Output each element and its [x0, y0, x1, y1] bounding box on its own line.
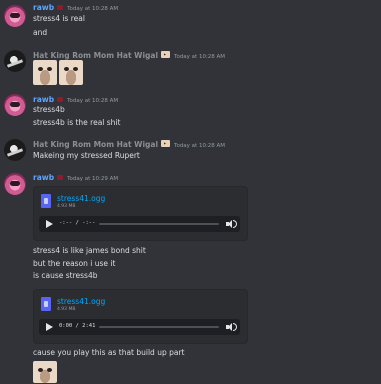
play-icon[interactable] — [46, 220, 53, 228]
message-text: is cause stress4b — [33, 271, 98, 280]
seek-bar[interactable] — [99, 326, 219, 328]
timestamp: Today at 10:29 AM — [67, 176, 119, 182]
timestamp: Today at 10:28 AM — [67, 98, 119, 104]
author-name[interactable]: rawb — [33, 3, 54, 12]
message-text: and — [33, 28, 48, 37]
author-name[interactable]: Hat King Rom Mom Hat Wigal — [33, 51, 158, 60]
audio-attachment: stress41.ogg 4.93 MB -:-- / -:-- — [33, 186, 248, 241]
user-avatar[interactable] — [4, 50, 26, 72]
message-text: stress4b — [33, 105, 65, 114]
timestamp: Today at 10:28 AM — [174, 54, 226, 60]
audio-file-icon — [41, 194, 51, 208]
message-header: rawb Today at 10:29 AM — [33, 173, 118, 182]
volume-wave-icon — [233, 220, 237, 228]
message-header: rawb Today at 10:28 AM — [33, 3, 118, 12]
volume-wave-icon — [233, 323, 237, 331]
message-header: Hat King Rom Mom Hat Wigal Today at 10:2… — [33, 51, 225, 60]
timestamp: Today at 10:28 AM — [67, 6, 119, 12]
message-text: but the reason i use it — [33, 259, 116, 268]
author-decoration-icon — [161, 51, 171, 58]
author-name[interactable]: Hat King Rom Mom Hat Wigal — [33, 140, 158, 149]
role-badge-icon — [57, 97, 64, 102]
play-icon[interactable] — [46, 323, 53, 331]
role-badge-icon — [57, 175, 64, 180]
audio-file-icon — [41, 297, 51, 311]
seek-bar[interactable] — [99, 223, 219, 225]
time-readout: -:-- / -:-- — [59, 220, 96, 226]
message-text: stress4b is the real shit — [33, 118, 121, 127]
message-text: cause you play this as that build up par… — [33, 348, 185, 357]
attachment-filename[interactable]: stress41.ogg — [57, 194, 105, 203]
message-text: stress4 is like james bond shit — [33, 246, 146, 255]
role-badge-icon — [57, 5, 64, 10]
attachment-filename[interactable]: stress41.ogg — [57, 297, 105, 306]
attachment-size: 4.93 MB — [57, 204, 76, 209]
message-header: Hat King Rom Mom Hat Wigal Today at 10:2… — [33, 140, 225, 149]
user-avatar[interactable] — [4, 173, 26, 195]
user-avatar[interactable] — [4, 94, 26, 116]
author-name[interactable]: rawb — [33, 95, 54, 104]
time-readout: 0:00 / 2:41 — [59, 323, 96, 329]
author-decoration-icon — [161, 140, 171, 147]
audio-player: -:-- / -:-- — [39, 216, 240, 232]
attachment-size: 4.93 MB — [57, 307, 76, 312]
message-header: rawb Today at 10:28 AM — [33, 95, 118, 104]
audio-player: 0:00 / 2:41 — [39, 319, 240, 335]
message-text: stress4 is real — [33, 14, 85, 23]
image-attachment[interactable] — [59, 60, 83, 85]
user-avatar[interactable] — [4, 5, 26, 27]
image-attachment[interactable] — [33, 60, 57, 85]
timestamp: Today at 10:28 AM — [174, 143, 226, 149]
audio-attachment: stress41.ogg 4.93 MB 0:00 / 2:41 — [33, 289, 248, 344]
message-text: Makeing my stressed Rupert — [33, 151, 140, 160]
image-attachment[interactable] — [33, 361, 57, 383]
author-name[interactable]: rawb — [33, 173, 54, 182]
user-avatar[interactable] — [4, 139, 26, 161]
